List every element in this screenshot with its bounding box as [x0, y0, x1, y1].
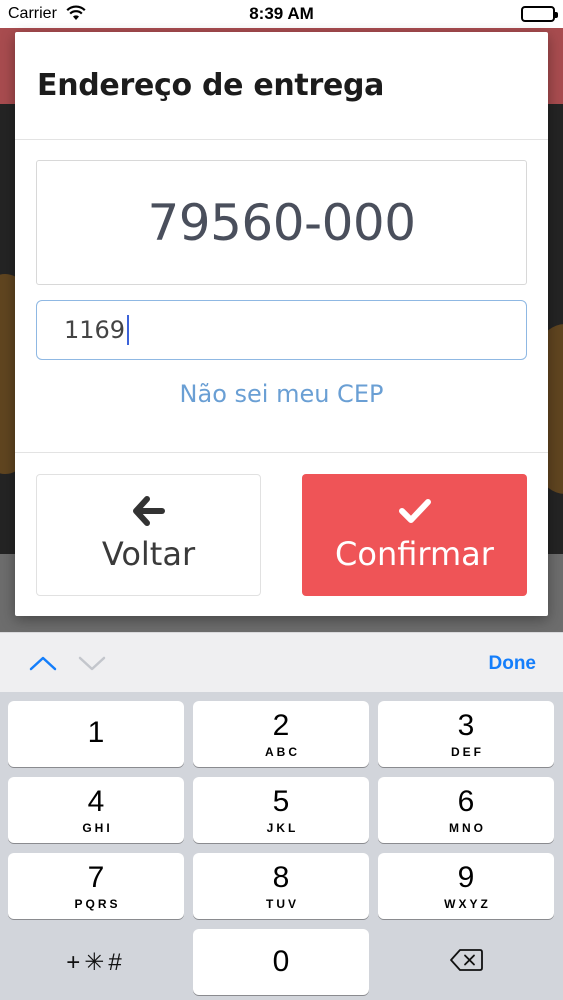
back-button[interactable]: Voltar	[36, 474, 261, 596]
cep-field[interactable]: 79560-000	[36, 160, 527, 285]
key-digit: 8	[272, 860, 290, 894]
status-bar: Carrier 8:39 AM	[0, 0, 563, 28]
key-letters: TUV	[266, 896, 299, 911]
key-digit: 2	[272, 708, 290, 742]
checkmark-icon	[398, 491, 432, 531]
key-letters: WXYZ	[444, 896, 491, 911]
key-digit: 3	[457, 708, 475, 742]
key-2[interactable]: 2 ABC	[193, 701, 369, 767]
key-1[interactable]: 1	[8, 701, 184, 767]
backspace-icon	[449, 948, 483, 977]
key-6[interactable]: 6 MNO	[378, 777, 554, 843]
key-letters: MNO	[449, 820, 486, 835]
key-digit: 5	[272, 784, 290, 818]
back-button-label: Voltar	[101, 535, 196, 573]
key-4[interactable]: 4 GHI	[8, 777, 184, 843]
key-digit: 6	[457, 784, 475, 818]
done-button[interactable]: Done	[489, 653, 537, 675]
status-time: 8:39 AM	[249, 4, 314, 23]
key-digit: 1	[87, 715, 105, 749]
key-5[interactable]: 5 JKL	[193, 777, 369, 843]
key-digit: 7	[87, 860, 105, 894]
address-number-value: 1169	[64, 316, 126, 344]
unknown-cep-link[interactable]: Não sei meu CEP	[15, 380, 548, 408]
symbols-key[interactable]: +✳#	[8, 929, 184, 995]
key-digit: 0	[272, 945, 290, 978]
chevron-down-icon[interactable]	[77, 653, 107, 677]
key-9[interactable]: 9 WXYZ	[378, 853, 554, 919]
key-digit: 9	[457, 860, 475, 894]
key-8[interactable]: 8 TUV	[193, 853, 369, 919]
key-letters: GHI	[82, 820, 113, 835]
text-caret	[127, 315, 130, 345]
key-letters: JKL	[266, 820, 299, 835]
confirm-button[interactable]: Confirmar	[302, 474, 527, 596]
modal-title: Endereço de entrega	[37, 68, 385, 103]
delete-key[interactable]	[378, 929, 554, 995]
symbols-key-label: +✳#	[66, 948, 126, 976]
numeric-keypad: 1 2 ABC 3 DEF 4 GHI 5 JKL 6 MNO 7 PQRS 8…	[0, 692, 563, 1000]
chevron-up-icon[interactable]	[28, 653, 58, 677]
confirm-button-label: Confirmar	[335, 535, 494, 573]
arrow-left-icon	[132, 491, 165, 531]
key-letters: DEF	[451, 744, 484, 759]
key-3[interactable]: 3 DEF	[378, 701, 554, 767]
key-letters: PQRS	[74, 896, 121, 911]
title-divider	[15, 139, 548, 140]
key-0[interactable]: 0	[193, 929, 369, 995]
delivery-address-modal: Endereço de entrega 79560-000 1169 Não s…	[15, 32, 548, 616]
keyboard-toolbar: Done	[0, 632, 563, 692]
cep-value: 79560-000	[147, 193, 416, 252]
key-letters: ABC	[265, 744, 300, 759]
key-7[interactable]: 7 PQRS	[8, 853, 184, 919]
key-digit: 4	[87, 784, 105, 818]
battery-icon	[521, 6, 558, 22]
actions-divider	[15, 452, 548, 453]
address-number-input[interactable]: 1169	[36, 300, 527, 360]
